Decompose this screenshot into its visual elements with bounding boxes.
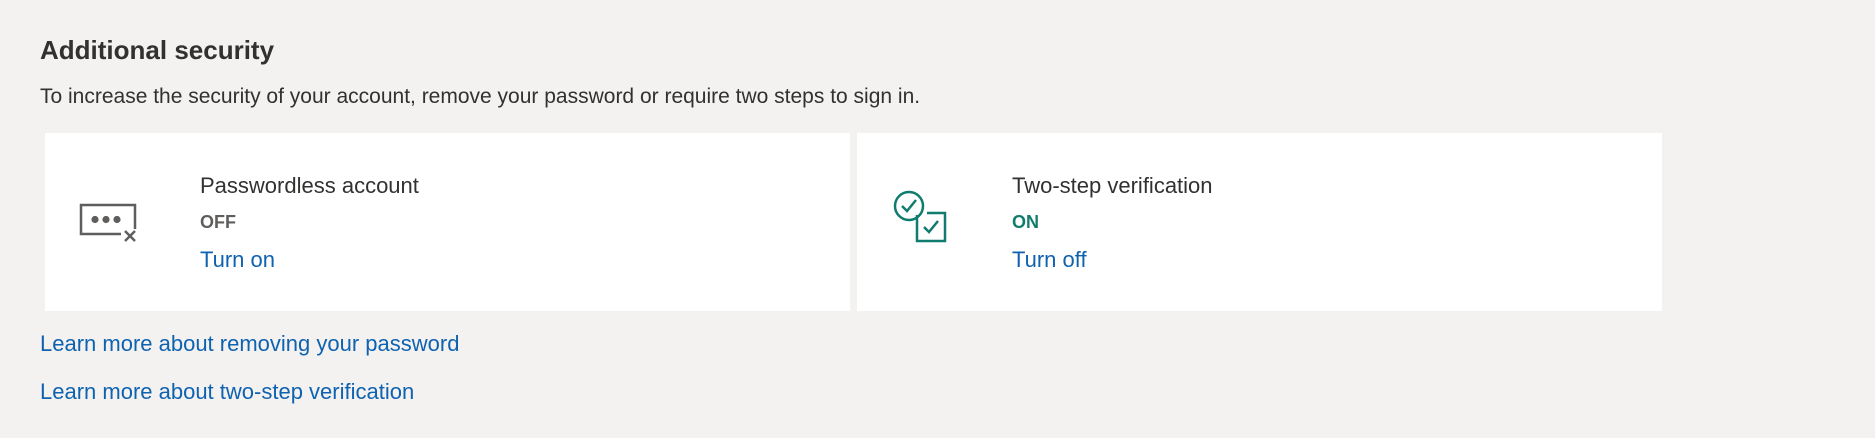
two-step-verification-icon <box>887 185 957 255</box>
turn-on-link[interactable]: Turn on <box>200 245 275 275</box>
security-cards: Passwordless account OFF Turn on Two-ste… <box>45 133 1662 311</box>
learn-more-two-step-link[interactable]: Learn more about two-step verification <box>40 377 459 407</box>
section-description: To increase the security of your account… <box>40 85 921 108</box>
two-step-title: Two-step verification <box>1012 173 1213 198</box>
passwordless-title: Passwordless account <box>200 173 419 198</box>
turn-off-link[interactable]: Turn off <box>1012 245 1087 275</box>
additional-security-section: Additional security To increase the secu… <box>40 32 1680 112</box>
two-step-verification-card: Two-step verification ON Turn off <box>857 133 1662 311</box>
password-removed-icon <box>75 185 145 255</box>
learn-more-remove-password-link[interactable]: Learn more about removing your password <box>40 329 459 359</box>
passwordless-account-card: Passwordless account OFF Turn on <box>45 133 850 311</box>
two-step-status: ON <box>1012 212 1039 232</box>
section-title: Additional security <box>40 35 275 65</box>
learn-more-links: Learn more about removing your password … <box>40 329 459 407</box>
passwordless-status: OFF <box>200 212 236 232</box>
